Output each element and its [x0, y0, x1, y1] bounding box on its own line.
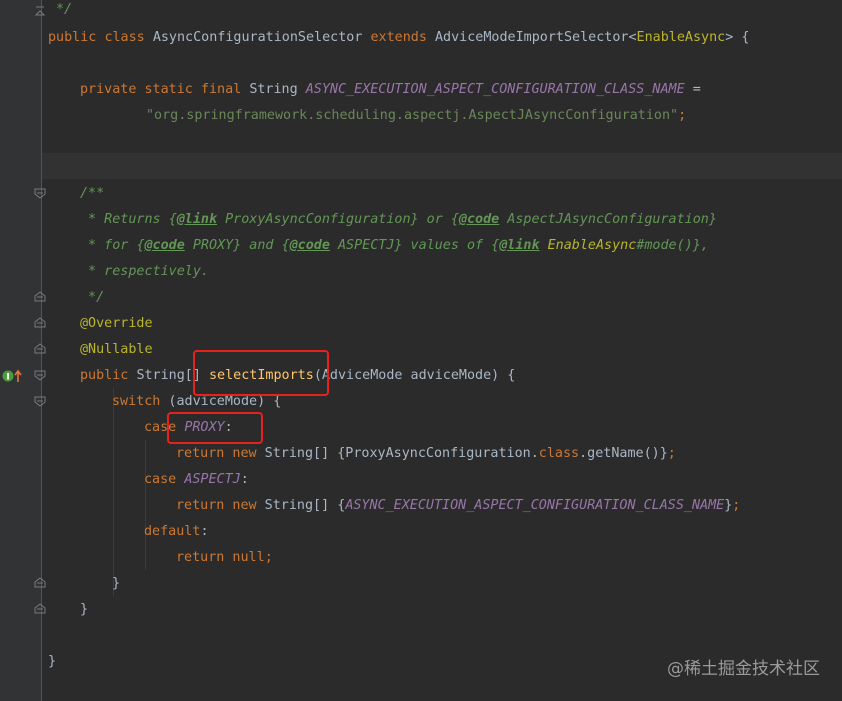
code-line-doc: * Returns {@link ProxyAsyncConfiguration… — [80, 207, 717, 233]
constant-name: ASYNC_EXECUTION_ASPECT_CONFIGURATION_CLA… — [345, 498, 725, 513]
comment-text: #mode()}, — [636, 238, 709, 253]
code-line-return: return new String[] {ASYNC_EXECUTION_ASP… — [176, 493, 740, 519]
symbol: : — [200, 524, 209, 539]
code-line-default: default: — [144, 519, 209, 545]
comment-text: */ — [56, 2, 73, 17]
code-line-brace: } — [48, 649, 56, 675]
keyword: default — [144, 524, 201, 539]
code-line-doc: */ — [80, 285, 104, 311]
keyword: private static final — [80, 82, 242, 97]
watermark: @稀土掘金技术社区 — [667, 659, 820, 679]
comment-text: { — [136, 238, 145, 253]
keyword: switch — [112, 394, 161, 409]
comment-text: * for — [80, 238, 137, 253]
code-line: */ — [56, 0, 72, 23]
keyword: return new — [176, 446, 257, 461]
constant-name: ASYNC_EXECUTION_ASPECT_CONFIGURATION_CLA… — [305, 82, 685, 97]
fold-icon[interactable] — [34, 369, 46, 381]
fold-icon[interactable] — [34, 577, 46, 589]
comment-text: { — [281, 238, 290, 253]
fold-icon[interactable] — [34, 343, 46, 355]
comment-text: ProxyAsyncConfiguration} or — [217, 212, 451, 227]
fold-icon[interactable] — [34, 603, 46, 615]
implement-method-icon[interactable]: I — [2, 368, 24, 383]
code-text: String[] {ProxyAsyncConfiguration. — [256, 446, 539, 461]
comment-text: { — [450, 212, 459, 227]
symbol: < — [628, 30, 637, 45]
comment-text — [540, 238, 548, 253]
code-line-brace: } — [80, 597, 88, 623]
fold-icon[interactable] — [34, 395, 46, 407]
type-name: String[] — [136, 368, 201, 383]
symbol: ; — [678, 108, 687, 123]
keyword: class — [538, 446, 580, 461]
comment-text: PROXY} and — [184, 238, 282, 253]
comment-text: * respectively. — [80, 264, 209, 279]
current-line-highlight — [42, 153, 842, 179]
class-name: AsyncConfigurationSelector — [152, 30, 363, 45]
keyword: return new — [176, 498, 257, 513]
code-line-case: case ASPECTJ: — [144, 467, 249, 493]
enum-constant: ASPECTJ — [184, 472, 241, 487]
code-line-annotation: @Nullable — [80, 337, 153, 363]
type-name: String — [249, 82, 298, 97]
symbol: ; — [732, 498, 741, 513]
code-line-string: "org.springframework.scheduling.aspectj.… — [146, 103, 686, 129]
keyword: class — [104, 30, 145, 45]
comment-text: */ — [80, 290, 105, 305]
symbol: { — [733, 30, 750, 45]
symbol: = — [684, 82, 701, 97]
comment-text: AspectJAsyncConfiguration} — [499, 212, 717, 227]
keyword: extends — [370, 30, 427, 45]
code-line-brace: } — [112, 571, 120, 597]
fold-icon[interactable] — [34, 5, 46, 17]
code-line-return: return null; — [176, 545, 273, 571]
keyword: public — [48, 30, 97, 45]
javadoc-tag: @link — [499, 238, 540, 253]
annotation: @Override — [80, 316, 153, 331]
highlight-box-proxy-case — [167, 412, 263, 444]
indent-guide — [113, 388, 114, 596]
symbol: } — [80, 602, 89, 617]
code-line-return: return new String[] {ProxyAsyncConfigura… — [176, 441, 676, 467]
fold-icon[interactable] — [34, 317, 46, 329]
keyword: return null — [176, 550, 265, 565]
comment-text: /** — [80, 186, 105, 201]
comment-text: * Returns — [80, 212, 169, 227]
annotation: @Nullable — [80, 342, 153, 357]
code-text: (adviceMode) { — [160, 394, 282, 409]
string-literal: "org.springframework.scheduling.aspectj.… — [146, 108, 679, 123]
javadoc-tag: @code — [289, 238, 330, 253]
javadoc-tag: @code — [458, 212, 500, 227]
svg-text:I: I — [6, 373, 9, 383]
type-parameter: EnableAsync — [636, 30, 726, 45]
code-line-class-declaration: public class AsyncConfigurationSelector … — [48, 25, 749, 51]
comment-text: { — [168, 212, 177, 227]
fold-icon[interactable] — [34, 291, 46, 303]
symbol: : — [240, 472, 249, 487]
code-line-doc: * respectively. — [80, 259, 209, 285]
javadoc-tag: @code — [144, 238, 185, 253]
superclass-name: AdviceModeImportSelector — [434, 30, 629, 45]
symbol: ; — [264, 550, 273, 565]
code-line-field: private static final String ASYNC_EXECUT… — [80, 77, 701, 103]
keyword: public — [80, 368, 129, 383]
code-text: String[] { — [256, 498, 346, 513]
indent-guide — [145, 440, 146, 570]
comment-text: ASPECTJ} values of — [329, 238, 492, 253]
symbol: } — [48, 654, 57, 669]
keyword: case — [144, 472, 177, 487]
symbol: ; — [667, 446, 676, 461]
javadoc-tag: @link — [176, 212, 218, 227]
code-line-doc: * for {@code PROXY} and {@code ASPECTJ} … — [80, 233, 709, 259]
code-line-annotation: @Override — [80, 311, 153, 337]
method-params: (AdviceMode adviceMode) { — [313, 368, 516, 383]
code-line-doc: /** — [80, 181, 104, 207]
doc-reference[interactable]: EnableAsync — [548, 238, 637, 253]
symbol: } — [112, 576, 121, 591]
code-text: .getName()} — [579, 446, 668, 461]
highlight-box-select-imports — [193, 350, 329, 396]
fold-icon[interactable] — [34, 187, 46, 199]
